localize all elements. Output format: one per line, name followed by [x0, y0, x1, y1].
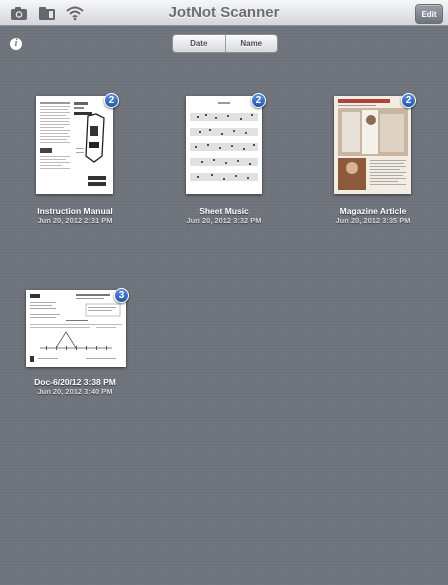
- document-date: Jun 20, 2012 2:31 PM: [37, 216, 113, 225]
- toolbar: JotNot Scanner Edit: [0, 0, 448, 26]
- document-title: Magazine Article: [339, 206, 407, 216]
- document-thumbnail[interactable]: [26, 290, 126, 367]
- page-count-badge: 2: [251, 93, 266, 108]
- page-count-badge: 2: [104, 93, 119, 108]
- info-icon[interactable]: i: [10, 38, 22, 50]
- document-item[interactable]: 2 Sheet Music Jun 20, 2012 3:32 PM: [154, 93, 294, 226]
- document-date: Jun 20, 2012 3:32 PM: [186, 216, 262, 225]
- document-thumbnail[interactable]: [36, 96, 113, 194]
- document-thumbnail[interactable]: [186, 96, 262, 194]
- page-count-badge: 2: [401, 93, 416, 108]
- sort-by-name-button[interactable]: Name: [224, 35, 277, 52]
- document-title: Sheet Music: [199, 206, 249, 216]
- edit-button[interactable]: Edit: [415, 4, 443, 24]
- document-title: Doc-6/20/12 3:38 PM: [34, 377, 116, 387]
- document-item[interactable]: 2 Instruction Manual Jun 20, 2012 2:31 P…: [5, 93, 145, 226]
- document-date: Jun 20, 2012 3:35 PM: [335, 216, 411, 225]
- document-title: Instruction Manual: [37, 206, 113, 216]
- document-item[interactable]: 3 Doc-6/20/12 3:38 PM Jun 20, 2012 3:40 …: [5, 288, 145, 403]
- document-item[interactable]: 2 Magazine Article Jun 20, 2012 3:35 PM: [303, 93, 443, 226]
- sort-segmented-control: Date Name: [172, 34, 278, 53]
- document-date: Jun 20, 2012 3:40 PM: [37, 387, 113, 396]
- document-thumbnail[interactable]: [334, 96, 411, 194]
- sort-by-date-button[interactable]: Date: [173, 35, 225, 52]
- page-count-badge: 3: [114, 288, 129, 303]
- app-title: JotNot Scanner: [168, 4, 280, 21]
